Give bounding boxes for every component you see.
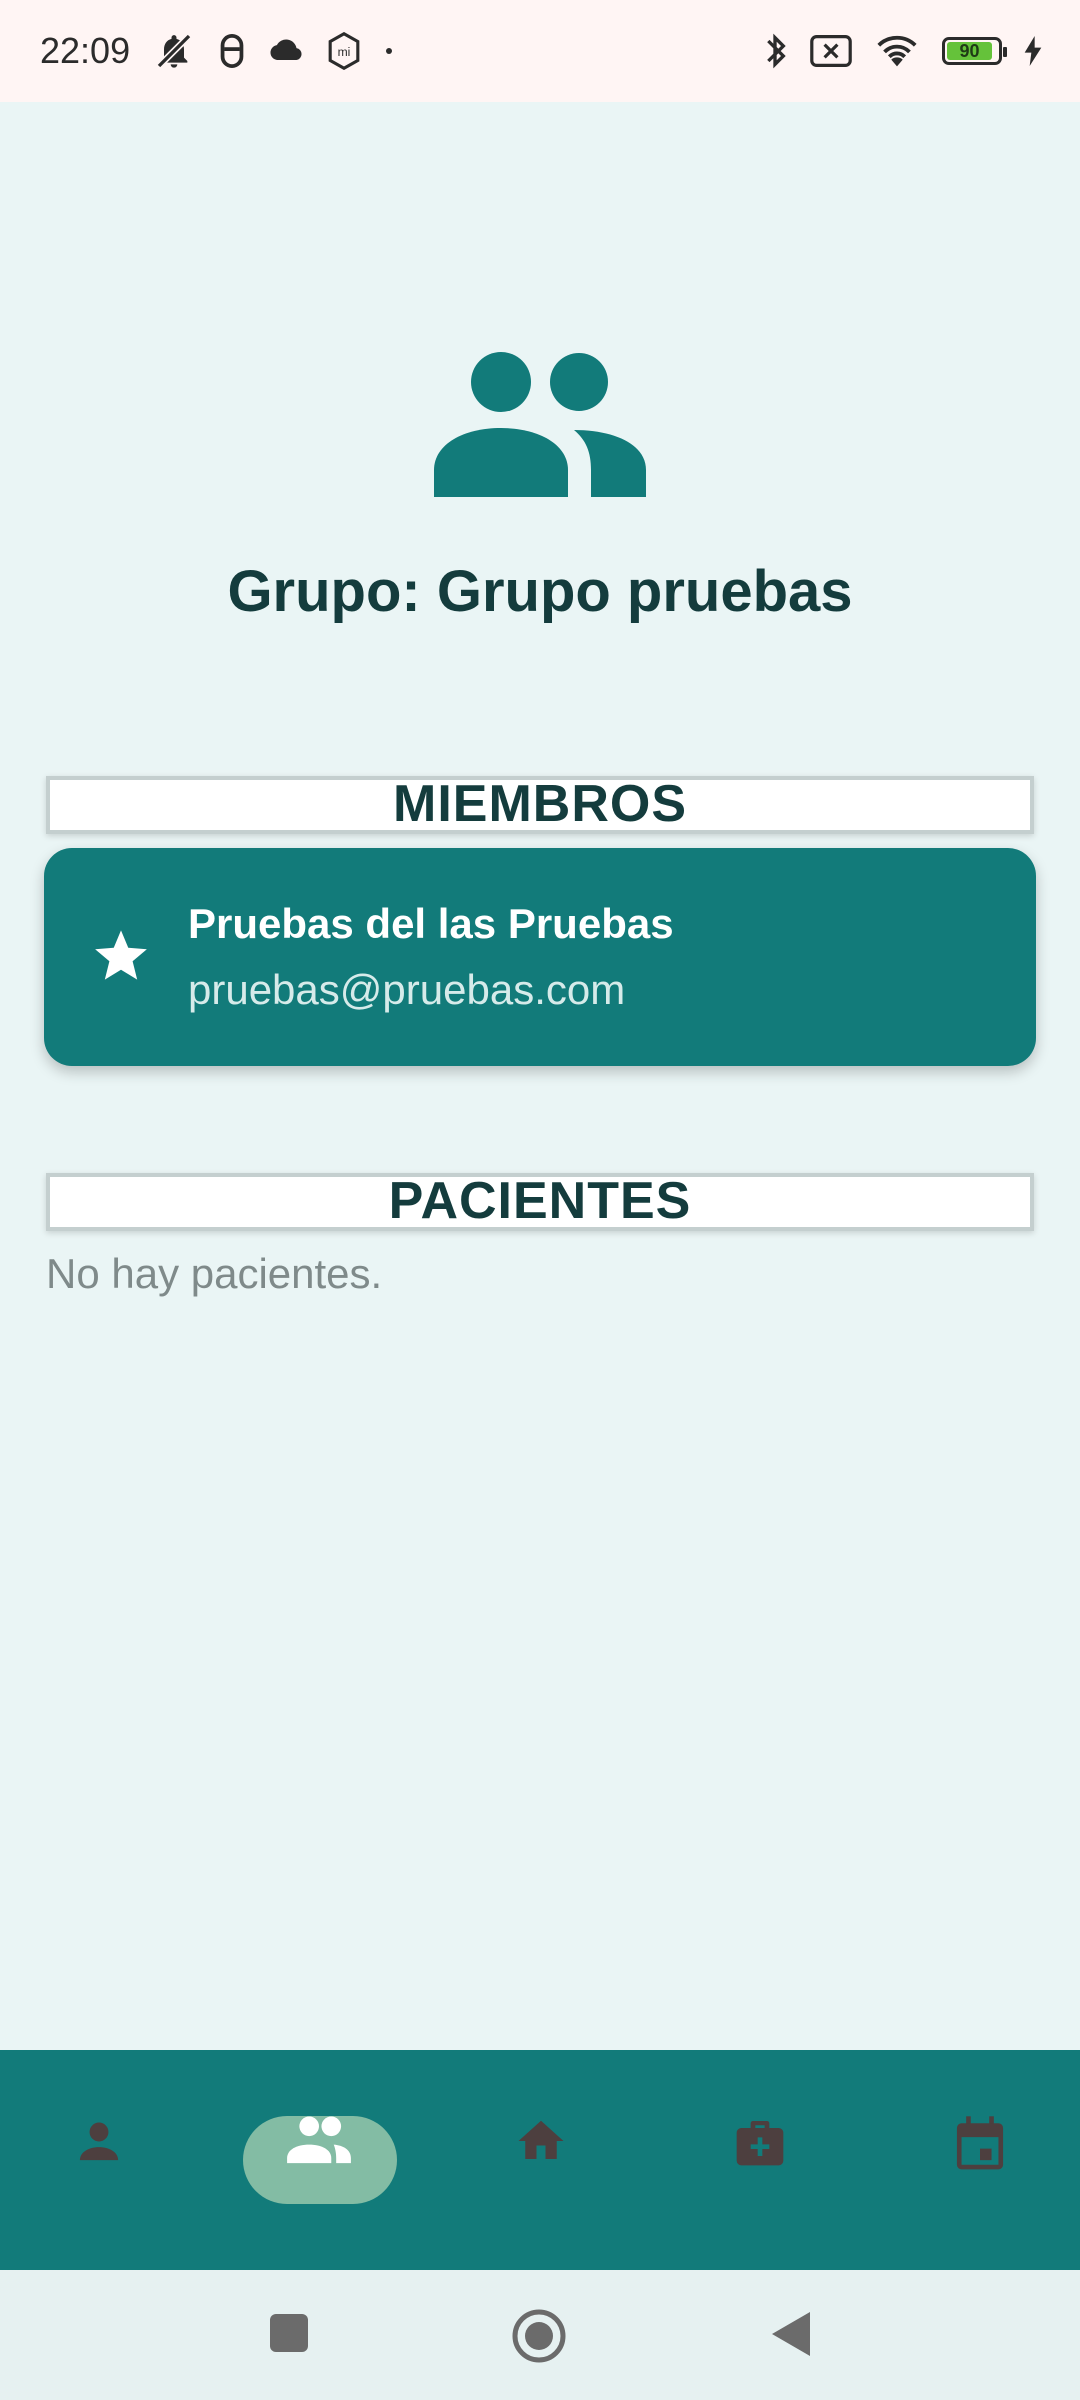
bottom-navigation — [0, 2050, 1080, 2270]
member-name: Pruebas del las Pruebas — [188, 900, 674, 947]
calendar-icon — [952, 2114, 1008, 2179]
back-icon[interactable] — [770, 2310, 812, 2363]
cloud-icon — [268, 38, 304, 64]
bluetooth-icon — [762, 31, 788, 71]
members-section-title: MIEMBROS — [393, 775, 687, 833]
nav-item-calendar[interactable] — [952, 2114, 1008, 2179]
home-icon — [513, 2114, 569, 2173]
wifi-icon — [874, 33, 920, 69]
battery-icon: 90 — [942, 37, 1007, 65]
patients-section-header: PACIENTES — [46, 1173, 1034, 1231]
star-icon — [92, 926, 150, 989]
battery-level: 90 — [947, 42, 992, 60]
members-section-header: MIEMBROS — [46, 776, 1034, 834]
member-card[interactable]: Pruebas del las Pruebas pruebas@pruebas.… — [44, 848, 1036, 1066]
patients-empty-text: No hay pacientes. — [46, 1250, 383, 1297]
status-bar: 22:09 mi 90 — [0, 0, 1080, 102]
mi-icon: mi — [326, 32, 362, 70]
charging-icon — [1024, 36, 1042, 66]
status-time: 22:09 — [40, 30, 131, 71]
person-icon — [72, 2114, 126, 2173]
system-navigation-bar — [0, 2270, 1080, 2400]
hood-icon — [218, 34, 246, 68]
nav-item-groups[interactable] — [284, 2114, 354, 2173]
medical-kit-icon — [732, 2114, 788, 2175]
group-icon — [284, 2114, 354, 2173]
svg-text:mi: mi — [338, 45, 351, 59]
nav-item-medical[interactable] — [732, 2114, 788, 2175]
group-icon — [434, 352, 646, 502]
nav-item-profile[interactable] — [72, 2114, 126, 2173]
member-email: pruebas@pruebas.com — [188, 966, 626, 1013]
recents-icon[interactable] — [268, 2312, 310, 2359]
page-title: Grupo: Grupo pruebas — [227, 559, 853, 624]
patients-section-title: PACIENTES — [388, 1172, 692, 1230]
home-circle-icon[interactable] — [511, 2308, 567, 2369]
no-sim-icon — [810, 35, 852, 67]
bell-off-icon — [152, 31, 196, 71]
nav-item-home[interactable] — [513, 2114, 569, 2173]
dot-icon — [384, 46, 394, 56]
